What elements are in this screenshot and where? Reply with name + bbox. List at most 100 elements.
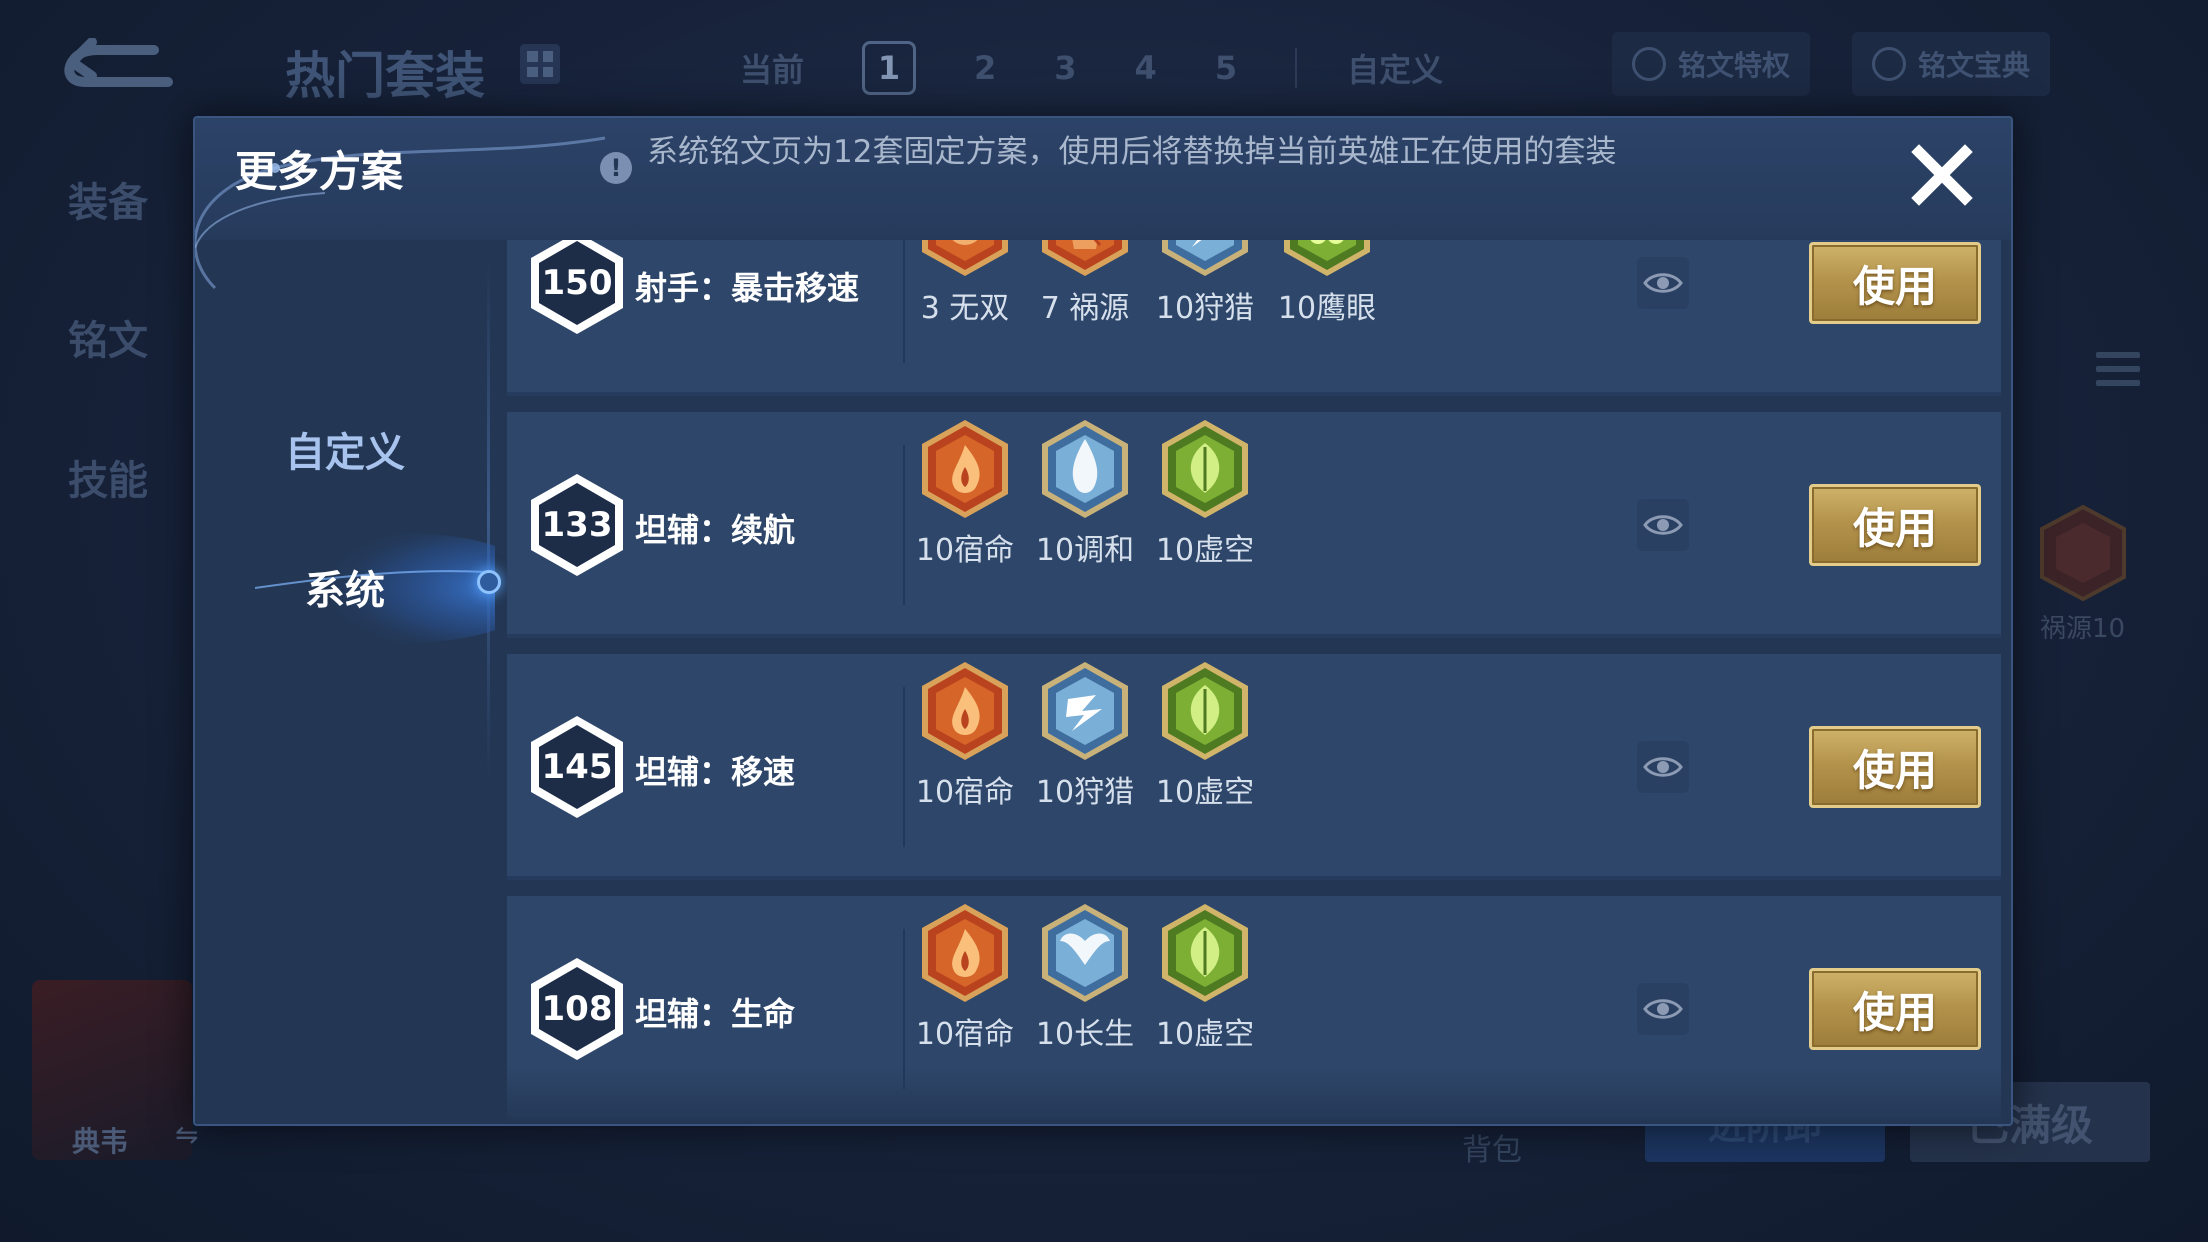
rune-label: 10宿命	[915, 1017, 1015, 1052]
eye-icon	[1643, 999, 1683, 1019]
leaf-rune-icon	[1155, 417, 1255, 521]
tab-divider	[1295, 48, 1298, 88]
more-plans-modal: 更多方案 ! 系统铭文页为12套固定方案，使用后将替换掉当前英雄正在使用的套装 …	[193, 116, 2013, 1126]
rune-slot: 10宿命	[915, 659, 1015, 811]
rune-privilege-button[interactable]: 铭文特权	[1612, 32, 1811, 96]
use-plan-button[interactable]: 使用	[1809, 242, 1981, 324]
leaf-rune-icon	[1155, 901, 1255, 1005]
eye-icon	[1643, 757, 1683, 777]
rune-slot: 10调和	[1035, 417, 1135, 569]
tab-current[interactable]: 当前	[740, 45, 804, 91]
rune-preview-label: 祸源10	[2040, 614, 2126, 644]
preview-eye-button[interactable]	[1637, 983, 1689, 1035]
nav-divider	[487, 260, 490, 780]
plan-name: 坦辅：生命	[635, 995, 796, 1033]
eye-icon	[1643, 273, 1683, 293]
flame-rune-icon	[915, 659, 1015, 763]
level-badge: 150	[527, 240, 627, 337]
eye-icon	[1643, 515, 1683, 535]
use-plan-button[interactable]: 使用	[1809, 484, 1981, 566]
back-arrow-icon[interactable]	[58, 38, 176, 94]
row-divider	[903, 687, 905, 847]
plan-list: 150 射手：暴击移速 3 无双 7 祸源 10狩猎 10鹰眼 使用 133 坦辅：续航 10宿命…	[507, 240, 2001, 1124]
rune-slot: 10长生	[1035, 901, 1135, 1053]
plan-name: 射手：暴击移速	[635, 269, 860, 307]
rune-label: 10鹰眼	[1277, 291, 1377, 326]
rune-label: 3 无双	[920, 291, 1010, 326]
background-topbar: 热门套装 当前 1 2 3 4 5 自定义 铭文特权 铭文宝典	[0, 0, 2208, 130]
book-icon	[1872, 47, 1906, 81]
rune-label: 10调和	[1035, 533, 1135, 568]
preview-eye-button[interactable]	[1637, 499, 1689, 551]
row-divider	[903, 929, 905, 1089]
rune-slot: 10宿命	[915, 901, 1015, 1053]
level-value: 150	[541, 263, 613, 303]
plan-row: 150 射手：暴击移速 3 无双 7 祸源 10狩猎 10鹰眼 使用	[507, 240, 2001, 396]
grid-icon[interactable]	[520, 44, 560, 84]
rune-slot: 10虚空	[1155, 417, 1255, 569]
leaf-rune-icon	[1155, 659, 1255, 763]
close-icon[interactable]	[1907, 140, 1977, 210]
rune-label: 10虚空	[1155, 1017, 1255, 1052]
rune-label: 10宿命	[915, 533, 1015, 568]
rune-label: 10长生	[1035, 1017, 1135, 1052]
side-menu-skills[interactable]: 技能	[68, 448, 148, 506]
nav-custom[interactable]: 自定义	[195, 420, 495, 478]
clover-rune-icon	[1277, 240, 1377, 279]
tab-4[interactable]: 4	[1135, 49, 1157, 87]
flame-rune-icon	[915, 417, 1015, 521]
plan-row: 145 坦辅：移速 10宿命 10狩猎 10虚空 使用	[507, 654, 2001, 880]
rune-codex-button[interactable]: 铭文宝典	[1852, 32, 2051, 96]
tab-3[interactable]: 3	[1054, 49, 1076, 87]
rune-label: 10虚空	[1155, 533, 1255, 568]
hero-name: 典韦	[72, 1125, 129, 1158]
rune-slot: 10宿命	[915, 417, 1015, 569]
plan-type-nav: 自定义 系统	[195, 240, 501, 1124]
plan-name: 坦辅：续航	[635, 511, 796, 549]
level-badge: 133	[527, 471, 627, 579]
preview-eye-button[interactable]	[1637, 257, 1689, 309]
info-text: 系统铭文页为12套固定方案，使用后将替换掉当前英雄正在使用的套装	[647, 134, 1617, 170]
tab-2[interactable]: 2	[974, 49, 996, 87]
rune-slot: 3 无双	[915, 240, 1015, 327]
rune-slot: 10狩猎	[1035, 659, 1135, 811]
rose-rune-icon	[915, 240, 1015, 279]
rune-label: 10狩猎	[1155, 291, 1255, 326]
backpack-label[interactable]: 背包	[1462, 1125, 1522, 1169]
modal-title: 更多方案	[235, 147, 404, 196]
level-value: 133	[541, 505, 613, 545]
flame-rune-icon	[915, 901, 1015, 1005]
rune-label: 7 祸源	[1040, 291, 1130, 326]
list-menu-icon[interactable]	[2096, 352, 2140, 406]
side-menu-equipment[interactable]: 装备	[68, 170, 148, 228]
droplet-rune-icon	[1035, 417, 1135, 521]
rune-privilege-label: 铭文特权	[1678, 49, 1791, 82]
use-plan-button[interactable]: 使用	[1809, 968, 1981, 1050]
plan-row: 133 坦辅：续航 10宿命 10调和 10虚空 使用	[507, 412, 2001, 638]
row-divider	[903, 445, 905, 605]
tab-1[interactable]: 1	[862, 41, 917, 95]
rune-codex-label: 铭文宝典	[1918, 49, 2031, 82]
background-title: 热门套装	[285, 47, 485, 105]
rune-slot: 10虚空	[1155, 659, 1255, 811]
nav-system[interactable]: 系统	[195, 558, 495, 616]
side-menu-runes[interactable]: 铭文	[68, 308, 148, 366]
rune-label: 10狩猎	[1035, 775, 1135, 810]
preview-eye-button[interactable]	[1637, 741, 1689, 793]
lightning-rune-icon	[1155, 240, 1255, 279]
rune-label: 10虚空	[1155, 775, 1255, 810]
tab-custom[interactable]: 自定义	[1347, 45, 1443, 91]
level-badge: 108	[527, 955, 627, 1063]
tab-5[interactable]: 5	[1215, 49, 1237, 87]
plan-name: 坦辅：移速	[635, 753, 796, 791]
loadout-tabs: 当前 1 2 3 4 5 自定义	[740, 40, 1501, 96]
rune-preview-icon	[2040, 505, 2126, 601]
use-plan-button[interactable]: 使用	[1809, 726, 1981, 808]
rune-label: 10宿命	[915, 775, 1015, 810]
crown-icon	[1632, 47, 1666, 81]
level-value: 145	[541, 747, 613, 787]
info-icon: !	[600, 152, 632, 184]
plan-row: 108 坦辅：生命 10宿命 10长生 10虚空 使用	[507, 896, 2001, 1122]
rune-slot: 10鹰眼	[1277, 240, 1377, 327]
level-value: 108	[541, 989, 613, 1029]
